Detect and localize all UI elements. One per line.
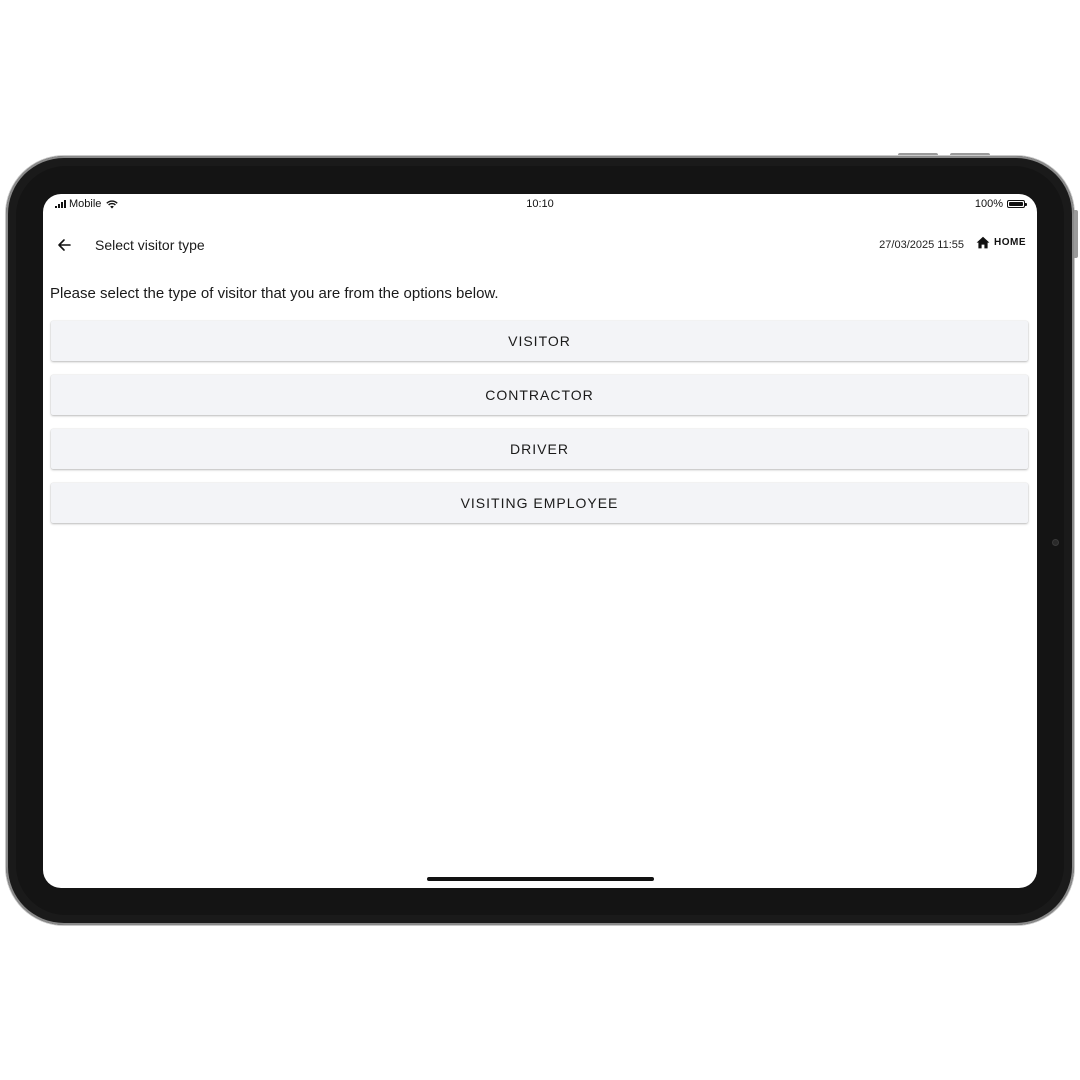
instructions-text: Please select the type of visitor that y… xyxy=(50,285,499,302)
home-indicator[interactable] xyxy=(427,877,654,881)
status-bar-right: 100% xyxy=(974,198,1027,210)
option-visitor-button[interactable]: VISITOR xyxy=(51,321,1028,361)
home-button[interactable]: HOME xyxy=(976,236,1026,249)
option-contractor-button[interactable]: CONTRACTOR xyxy=(51,375,1028,415)
visitor-type-options: VISITOR CONTRACTOR DRIVER VISITING EMPLO… xyxy=(51,321,1028,537)
current-datetime: 27/03/2025 11:55 xyxy=(879,239,964,251)
app-header: Select visitor type 27/03/2025 11:55 HOM… xyxy=(43,230,1037,260)
home-icon xyxy=(976,236,990,249)
screen: Mobile 10:10 100% Select visitor type 27… xyxy=(43,194,1037,888)
status-bar: Mobile 10:10 100% xyxy=(43,194,1037,214)
option-driver-button[interactable]: DRIVER xyxy=(51,429,1028,469)
back-button[interactable] xyxy=(53,234,75,256)
page-title: Select visitor type xyxy=(95,237,205,253)
stage: Mobile 10:10 100% Select visitor type 27… xyxy=(0,0,1080,1080)
status-time: 10:10 xyxy=(526,198,554,210)
option-visiting-employee-button[interactable]: VISITING EMPLOYEE xyxy=(51,483,1028,523)
battery-icon xyxy=(1007,200,1027,208)
camera-icon xyxy=(1052,539,1059,546)
back-arrow-icon xyxy=(58,239,71,251)
home-label: HOME xyxy=(994,237,1026,248)
power-button xyxy=(1074,210,1078,258)
battery-percent: 100% xyxy=(974,198,1003,210)
